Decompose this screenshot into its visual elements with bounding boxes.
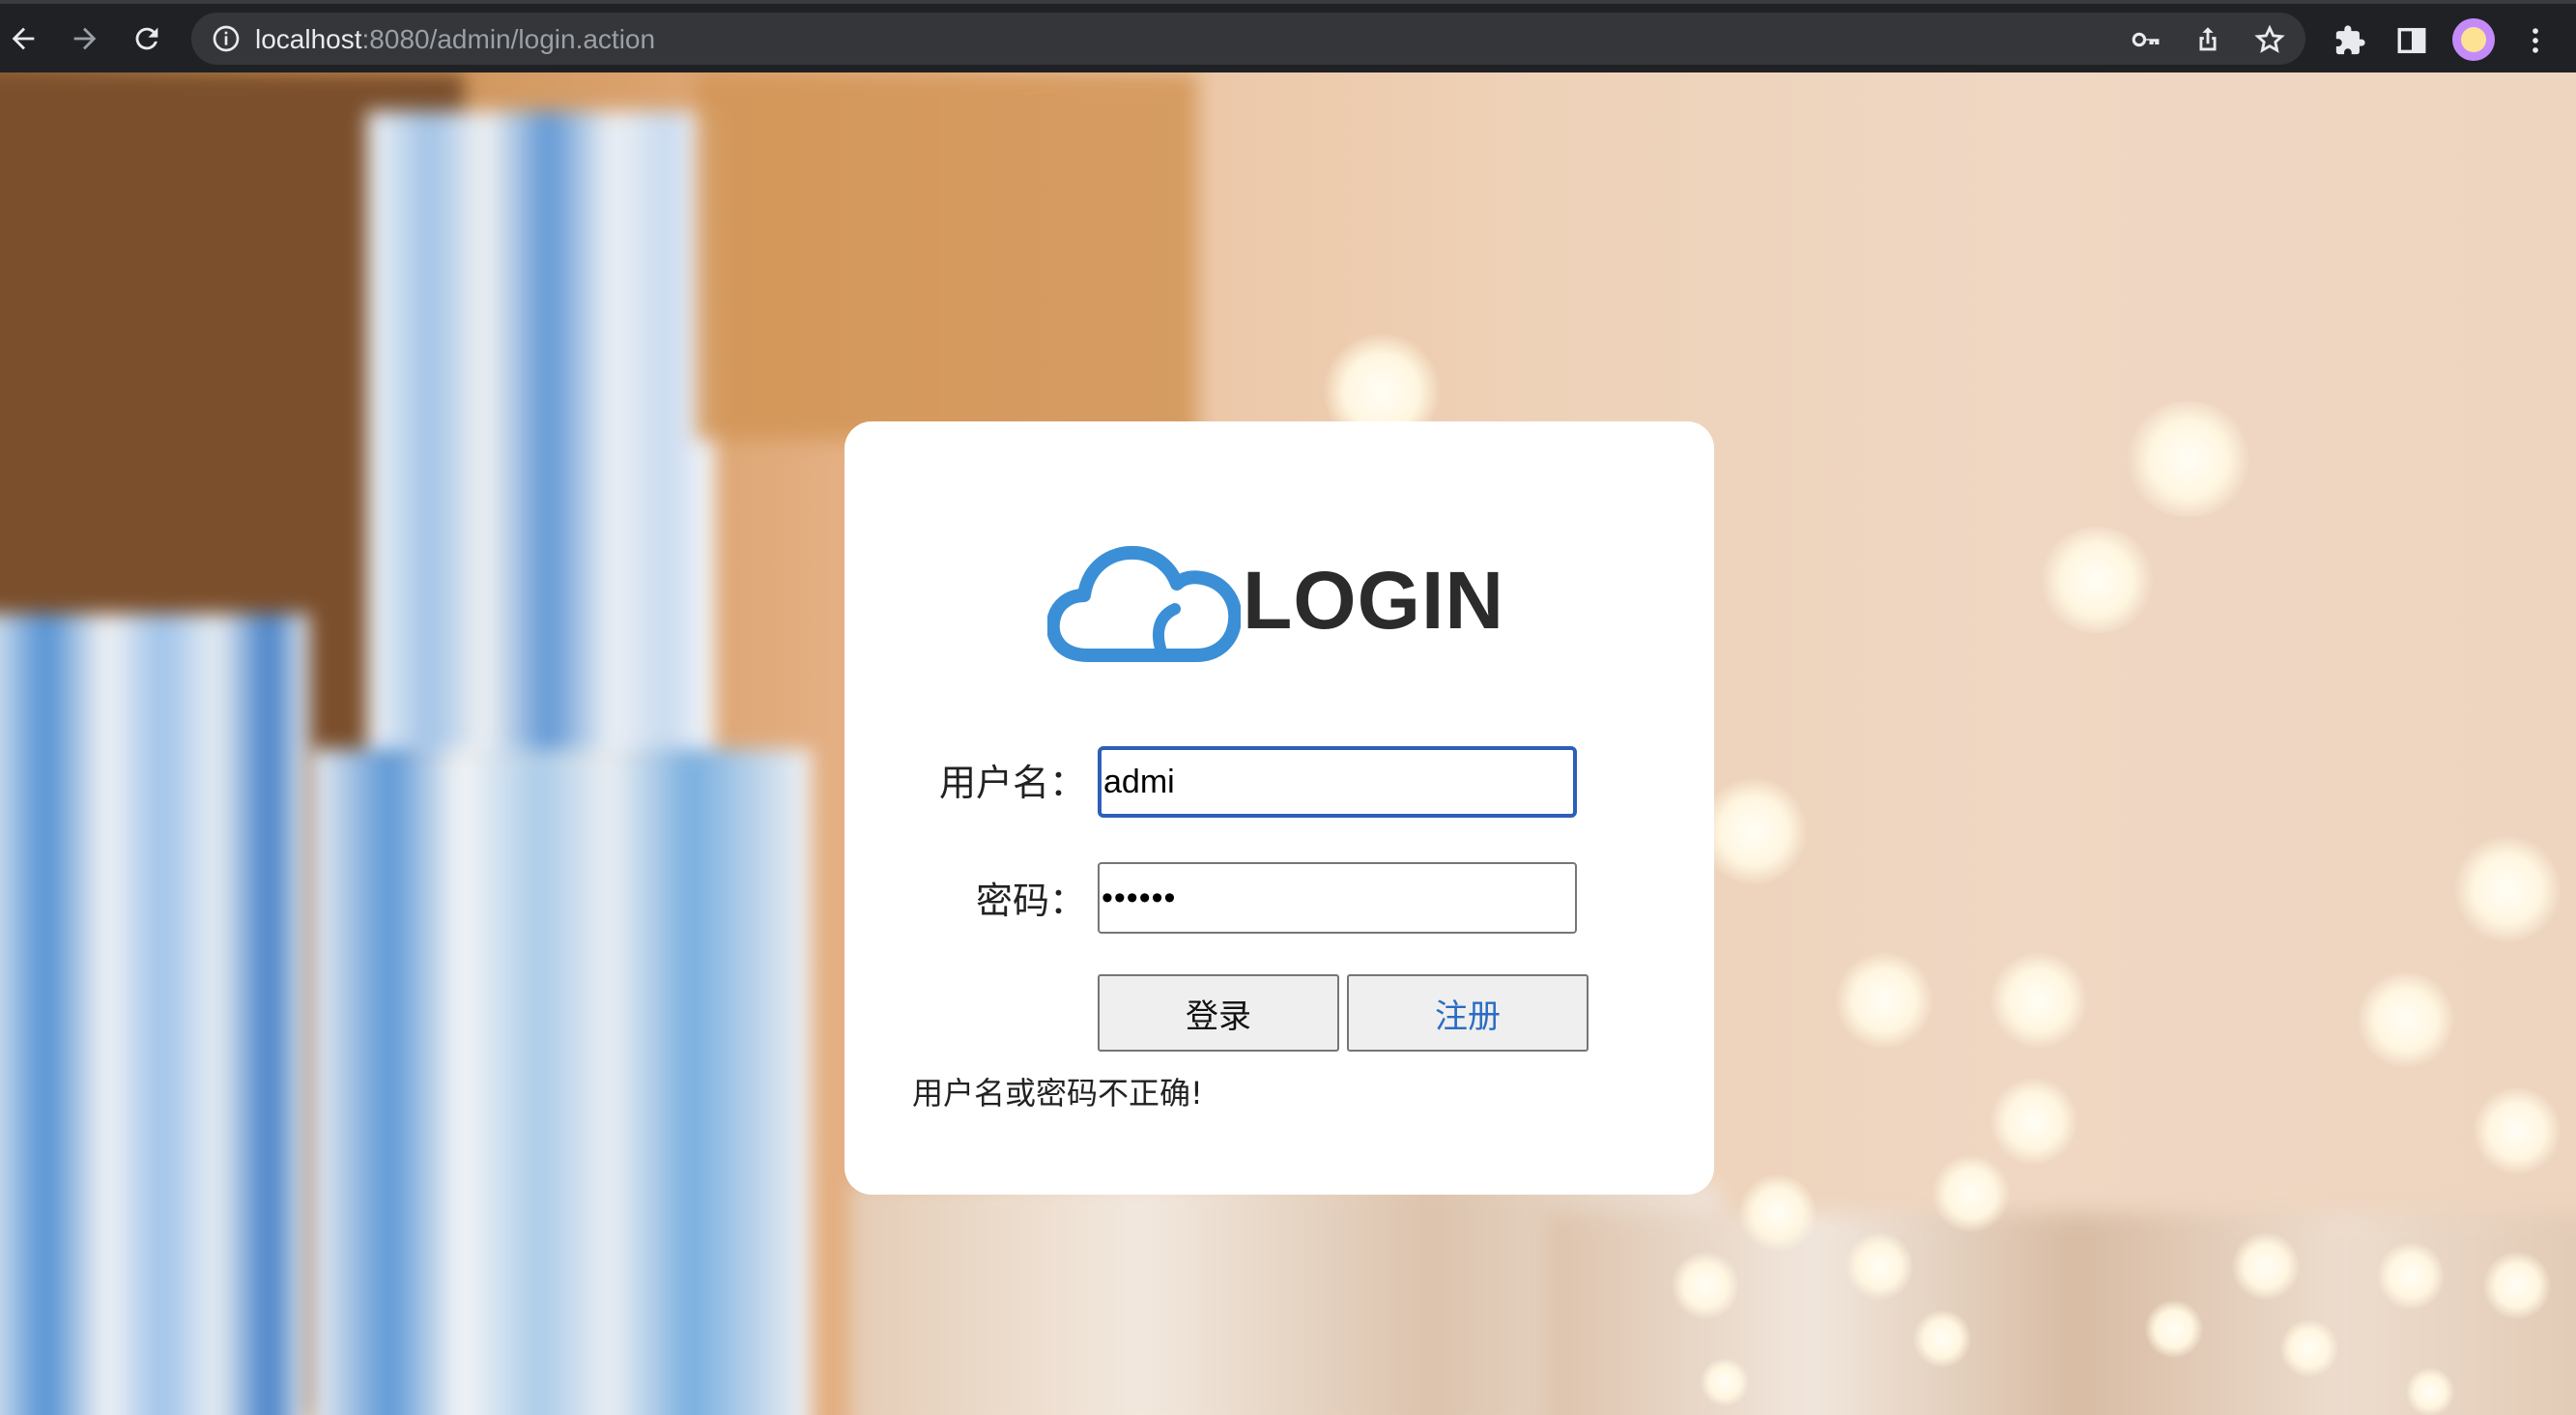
ceiling-light	[1701, 1358, 1749, 1406]
ceiling-light	[2377, 1242, 2445, 1310]
password-input[interactable]	[1098, 862, 1577, 934]
username-input[interactable]	[1098, 746, 1577, 818]
ceiling-light	[2358, 971, 2454, 1068]
ceiling-light	[2039, 527, 2155, 633]
ceiling-light	[2232, 1232, 2300, 1300]
key-icon[interactable]	[2130, 23, 2162, 56]
share-icon[interactable]	[2191, 23, 2224, 56]
browser-toolbar: localhost:8080/admin/login.action	[0, 0, 2576, 72]
password-label: 密码：	[975, 880, 1086, 922]
ceiling-light	[1701, 778, 1807, 884]
back-arrow-icon[interactable]	[4, 19, 43, 58]
login-button[interactable]: 登录	[1098, 974, 1339, 1052]
cloud-icon	[1047, 545, 1241, 662]
ceiling-light	[2280, 1319, 2338, 1377]
ceiling-light	[1913, 1310, 1971, 1368]
star-icon[interactable]	[2253, 23, 2286, 56]
ceiling-light	[1672, 1252, 1739, 1319]
url-host: localhost	[255, 24, 362, 54]
error-message: 用户名或密码不正确!	[912, 1075, 1203, 1112]
ceiling-light	[1739, 1174, 1817, 1252]
register-button[interactable]: 注册	[1347, 974, 1589, 1052]
address-bar[interactable]: localhost:8080/admin/login.action	[191, 13, 2305, 65]
ceiling-light	[2454, 836, 2561, 942]
shelf-top-wood	[696, 72, 1198, 440]
ceiling-light	[1836, 952, 1932, 1049]
url-text: localhost:8080/admin/login.action	[255, 24, 655, 55]
ceiling-light	[2474, 1087, 2561, 1174]
info-icon[interactable]	[211, 23, 242, 54]
login-card: LOGIN 用户名： 密码： 登录 注册 用户名或密码不正确!	[844, 421, 1714, 1195]
books-upper	[367, 111, 715, 768]
username-label: 用户名：	[938, 762, 1086, 804]
books-lower-middle	[309, 749, 812, 1415]
url-path: :8080/admin/login.action	[361, 24, 656, 54]
ceiling-light	[2483, 1252, 2551, 1319]
reload-icon[interactable]	[128, 19, 166, 58]
menu-icon[interactable]	[2516, 21, 2555, 60]
extensions-icon[interactable]	[2331, 21, 2369, 60]
profile-avatar[interactable]	[2452, 18, 2495, 61]
forward-arrow-icon[interactable]	[66, 19, 104, 58]
books-lower-left	[0, 614, 309, 1415]
side-panel-icon[interactable]	[2392, 21, 2431, 60]
logo-title: LOGIN	[1243, 554, 1504, 646]
ceiling-light	[1846, 1232, 1913, 1300]
ceiling-light	[1932, 1155, 2010, 1232]
ceiling-light	[2126, 401, 2251, 517]
login-logo: LOGIN	[1047, 537, 1504, 663]
ceiling-light	[2406, 1368, 2454, 1415]
ceiling-light	[2145, 1300, 2203, 1358]
ceiling-light	[1990, 952, 2087, 1049]
ceiling-light	[1990, 1078, 2077, 1165]
avatar-face-icon	[2461, 27, 2486, 52]
